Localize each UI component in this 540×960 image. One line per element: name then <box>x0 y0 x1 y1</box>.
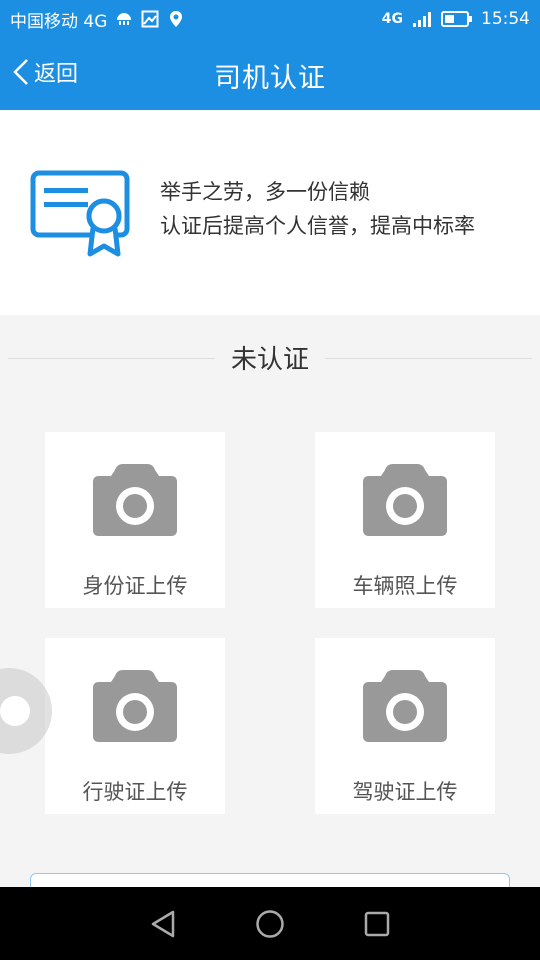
app-header: 返回 司机认证 <box>0 38 540 110</box>
status-bar: 中国移动 4G 4G 15:54 <box>0 0 540 38</box>
intro-line-1: 举手之劳，多一份信赖 <box>160 180 370 204</box>
system-nav-bar <box>0 887 540 960</box>
intro-card: 举手之劳，多一份信赖 认证后提高个人信誉，提高中标率 <box>0 110 540 315</box>
location-icon <box>170 11 183 27</box>
upload-id-card[interactable]: 身份证上传 <box>45 432 225 608</box>
clock: 15:54 <box>481 9 530 29</box>
nav-back-button[interactable] <box>143 904 183 944</box>
camera-icon <box>363 464 447 536</box>
camera-icon <box>93 670 177 742</box>
camera-icon <box>363 670 447 742</box>
signal-icon <box>413 12 431 27</box>
upload-vehicle-license[interactable]: 行驶证上传 <box>45 638 225 814</box>
upload-label: 驾驶证上传 <box>352 780 458 804</box>
page-title: 司机认证 <box>214 63 326 94</box>
intro-line-2: 认证后提高个人信誉，提高中标率 <box>160 214 475 238</box>
upload-vehicle-photo[interactable]: 车辆照上传 <box>315 432 495 608</box>
upload-driver-license[interactable]: 驾驶证上传 <box>315 638 495 814</box>
triangle-back-icon <box>152 910 175 937</box>
battery-icon <box>441 11 472 27</box>
camera-icon <box>93 464 177 536</box>
nav-home-button[interactable] <box>250 904 290 944</box>
verification-status: 未认证 <box>215 340 325 380</box>
nav-recents-button[interactable] <box>357 904 397 944</box>
circle-home-icon <box>256 909 284 938</box>
network-type: 4G <box>381 11 403 27</box>
upload-label: 行驶证上传 <box>82 780 188 804</box>
data-sync-icon <box>117 13 132 25</box>
upload-label: 车辆照上传 <box>352 574 458 598</box>
carrier-label: 中国移动 4G <box>10 11 108 32</box>
driver-verification-screen: 中国移动 4G 4G 15:54 返回 司机认证 举手之劳，多一份信赖 认证后提… <box>0 0 540 960</box>
certificate-icon <box>30 170 130 257</box>
image-icon <box>141 10 159 28</box>
upload-label: 身份证上传 <box>82 574 188 598</box>
square-recents-icon <box>364 911 389 936</box>
